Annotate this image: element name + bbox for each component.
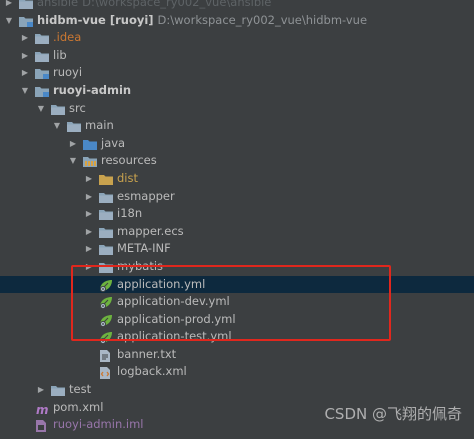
folder-icon [18,0,34,10]
tree-node-label: application-test.yml [117,329,232,344]
tree-node[interactable]: ▶ META-INF [0,240,474,258]
tree-node-label: mybatis [117,258,164,273]
tree-node[interactable]: ▼ main [0,117,474,135]
tree-node-label: src [69,100,86,115]
chevron-right-icon[interactable]: ▶ [20,29,30,47]
resources-folder-icon [82,155,98,168]
tree-node[interactable]: application-test.yml [0,328,474,346]
tree-node-label: dist [117,170,138,185]
tree-node[interactable]: ▶ i18n [0,205,474,223]
tree-node-label: banner.txt [117,346,177,361]
tree-node-path: D:\workspace_ry002_vue\ansible [82,0,272,9]
tree-node-label: java [101,135,126,150]
chevron-down-icon[interactable]: ▼ [4,12,14,30]
tree-node-label: pom.xml [53,399,104,414]
watermark: CSDN @飞翔的佩奇 [324,405,462,423]
tree-node-label: test [69,382,92,397]
tree-node-label: lib [53,47,67,62]
text-file-icon [98,349,114,362]
chevron-down-icon[interactable]: ▼ [20,82,30,100]
tree-node-label: resources [101,153,157,168]
chevron-down-icon[interactable]: ▼ [36,100,46,118]
folder-icon [34,50,50,63]
spring-yml-icon [98,279,114,292]
chevron-right-icon[interactable]: ▶ [68,135,78,153]
folder-icon [50,103,66,116]
tree-node[interactable]: ▶ esmapper [0,188,474,206]
svg-text:m: m [36,403,48,416]
chevron-down-icon[interactable]: ▼ [52,117,62,135]
spring-yml-icon [98,296,114,310]
chevron-right-icon[interactable]: ▶ [84,205,94,223]
tree-node-label: ruoyi [53,65,83,80]
tree-node-text: ansible D:\workspace_ry002_vue\ansible [37,0,271,12]
xml-file-icon [98,366,114,380]
module-folder-icon [18,15,34,28]
tree-node-label: ruoyi-admin.iml [53,417,144,432]
folder-icon [98,191,114,204]
folder-icon [98,261,114,274]
folder-icon [66,120,82,133]
tree-node[interactable]: ▶ .idea [0,29,474,47]
tree-node-label: main [85,118,114,133]
tree-node[interactable]: ▼ ruoyi-admin [0,82,474,100]
tree-node[interactable]: banner.txt [0,346,474,364]
tree-node-label: ruoyi-admin [53,82,132,97]
folder-icon [50,384,66,397]
tree-node-label: mapper.ecs [117,223,184,238]
tree-node[interactable]: ▶ test [0,381,474,399]
tree-node[interactable]: ▶ dist [0,170,474,188]
tree-node[interactable]: logback.xml [0,363,474,381]
project-tree: ▶ ansible D:\workspace_ry002_vue\ansible ▼ h… [0,0,474,434]
chevron-right-icon[interactable]: ▶ [4,0,14,12]
tree-node[interactable]: ▶ ruoyi [0,64,474,82]
tree-node[interactable]: ▶ mybatis [0,258,474,276]
chevron-right-icon[interactable]: ▶ [84,170,94,188]
iml-file-icon [34,419,50,433]
folder-icon [98,208,114,221]
tree-node-label: ansible [37,0,79,9]
folder-icon [34,32,50,45]
tree-node-label: esmapper [117,188,175,203]
maven-icon: m [34,402,50,417]
tree-node-label: .idea [53,30,82,45]
folder-icon [98,226,114,239]
tree-node[interactable]: ▼ src [0,100,474,118]
tree-node[interactable]: ▶ java [0,135,474,153]
tree-node[interactable]: ▶ ansible D:\workspace_ry002_vue\ansible [0,0,474,12]
spring-yml-icon [98,314,114,327]
tree-node-label: i18n [117,206,143,221]
module-folder-icon [34,67,50,80]
tree-node[interactable]: ▶ lib [0,47,474,65]
tree-node[interactable]: application-dev.yml [0,293,474,311]
tree-node[interactable]: application-prod.yml [0,311,474,329]
tree-node[interactable]: application.yml [0,275,474,294]
chevron-right-icon[interactable]: ▶ [36,381,46,399]
chevron-right-icon[interactable]: ▶ [84,240,94,258]
tree-node[interactable]: ▶ mapper.ecs [0,223,474,241]
tree-node-label: META-INF [117,241,171,256]
chevron-right-icon[interactable]: ▶ [84,223,94,241]
module-folder-icon [34,85,50,98]
tree-node-label: application.yml [117,276,206,291]
chevron-right-icon[interactable]: ▶ [20,47,30,65]
chevron-down-icon[interactable]: ▼ [68,152,78,170]
tree-node-text: hidbm-vue [ruoyi] D:\workspace_ry002_vue\… [37,12,367,30]
spring-yml-icon [98,331,114,345]
tree-node-label: application-prod.yml [117,311,236,326]
folder-icon [98,243,114,256]
source-folder-icon [82,138,98,151]
tree-node-path: D:\workspace_ry002_vue\hidbm-vue [157,12,368,27]
tree-node-label: hidbm-vue [ruoyi] [37,12,154,27]
tree-node-label: application-dev.yml [117,294,230,309]
excluded-folder-icon [98,173,114,186]
tree-node[interactable]: ▼ hidbm-vue [ruoyi] D:\workspace_ry002_vue… [0,12,474,30]
chevron-right-icon[interactable]: ▶ [84,188,94,206]
tree-node-label: logback.xml [117,364,187,379]
chevron-right-icon[interactable]: ▶ [20,64,30,82]
chevron-right-icon[interactable]: ▶ [84,258,94,276]
tree-node[interactable]: ▼ resources [0,152,474,170]
